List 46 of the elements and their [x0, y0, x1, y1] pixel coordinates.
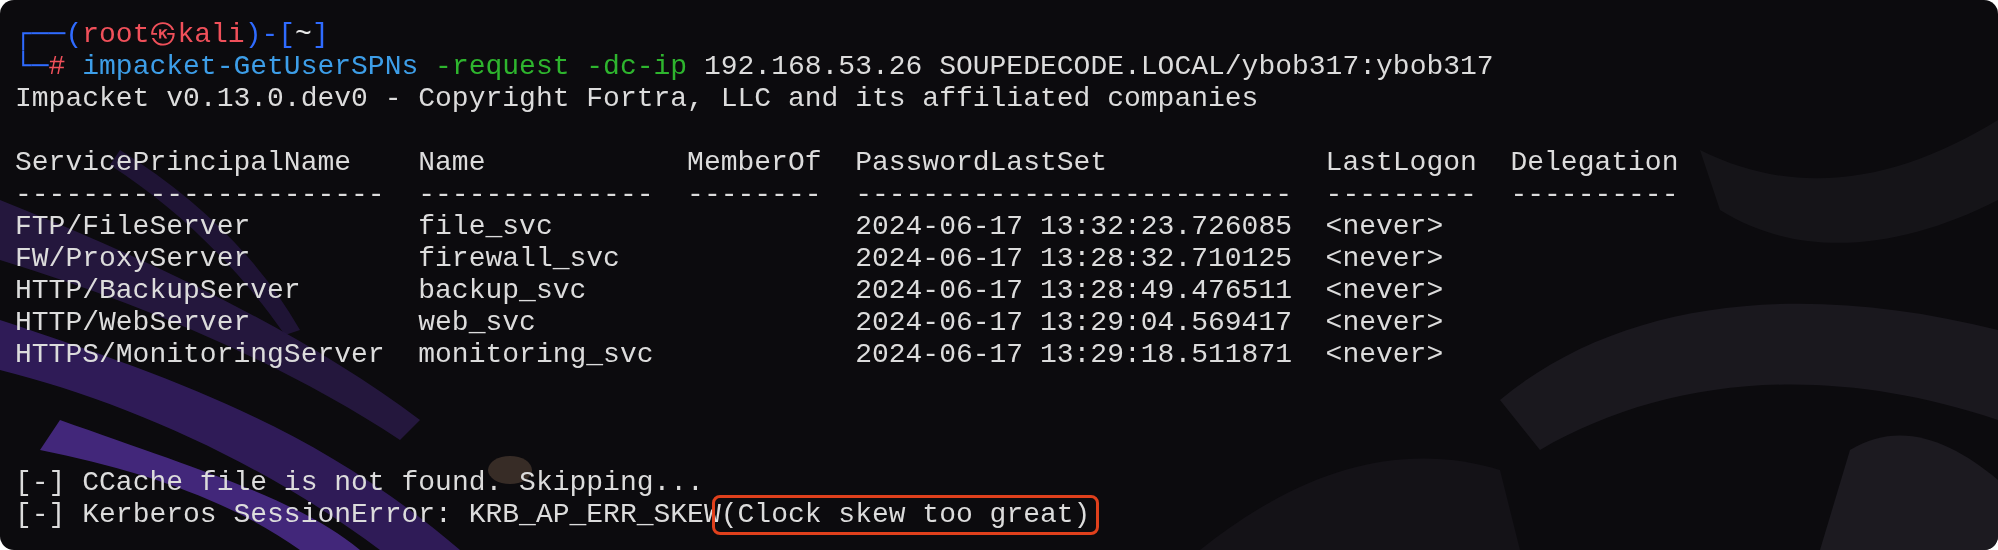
status-prefix: [-] — [15, 467, 66, 499]
prompt-text: root㉿kali — [82, 19, 245, 51]
table-cell: <never> — [1325, 339, 1444, 370]
prompt-text: ┌──( — [15, 19, 83, 51]
table-cell: 2024-06-17 13:32:23.726085 — [855, 211, 1292, 242]
table-cell: backup_svc — [418, 275, 587, 306]
column-rule: ---------- — [1510, 179, 1679, 210]
table-cell: HTTPS/MonitoringServer — [15, 339, 385, 370]
banner-text: Impacket v0.13.0.dev0 - Copyright Fortra, LLC and its affiliated companies — [15, 83, 1259, 114]
column-rule: --------- — [1325, 179, 1477, 210]
table-cell: HTTP/WebServer — [15, 307, 251, 338]
column-header: LastLogon — [1325, 147, 1477, 178]
table-cell: HTTP/BackupServer — [15, 275, 301, 306]
status-prefix: [-] — [15, 499, 66, 531]
prompt-symbol: # — [48, 51, 66, 83]
table-cell: 2024-06-17 13:28:49.476511 — [855, 275, 1292, 306]
message-text: CCache file is not found. Skipping... — [82, 467, 704, 499]
prompt-text: ] — [311, 19, 329, 51]
column-rule: -------- — [687, 179, 822, 210]
table-cell: 2024-06-17 13:28:32.710125 — [855, 243, 1292, 274]
column-header: ServicePrincipalName — [15, 147, 352, 178]
column-header: Name — [418, 147, 486, 178]
command-text: impacket-GetUserSPNs — [82, 51, 419, 83]
column-rule: ---------------------- — [15, 179, 385, 210]
column-header: MemberOf — [687, 147, 822, 178]
prompt-text: └─ — [15, 51, 49, 83]
table-cell: 2024-06-17 13:29:18.511871 — [855, 339, 1292, 370]
column-rule: -------------------------- — [855, 179, 1292, 210]
prompt-text: )-[ — [244, 19, 296, 51]
table-cell: firewall_svc — [418, 243, 620, 274]
table-cell: 2024-06-17 13:29:04.569417 — [855, 307, 1292, 338]
table-cell: web_svc — [418, 307, 536, 338]
table-cell: <never> — [1325, 211, 1444, 242]
column-header: Delegation — [1510, 147, 1679, 178]
table-cell: FW/ProxyServer — [15, 243, 251, 274]
table-cell: <never> — [1325, 275, 1444, 306]
table-cell: monitoring_svc — [418, 339, 654, 370]
table-cell: <never> — [1325, 307, 1444, 338]
prompt-text: ~ — [295, 19, 312, 51]
column-header: PasswordLastSet — [855, 147, 1108, 178]
table-cell: file_svc — [418, 211, 553, 242]
command-text: -request -dc-ip — [435, 51, 688, 83]
command-text: 192.168.53.26 SOUPEDECODE.LOCAL/ybob317:ybob317 — [703, 51, 1494, 83]
table-cell: <never> — [1325, 243, 1444, 274]
column-rule: -------------- — [418, 179, 654, 210]
table-cell: FTP/FileServer — [15, 211, 251, 242]
